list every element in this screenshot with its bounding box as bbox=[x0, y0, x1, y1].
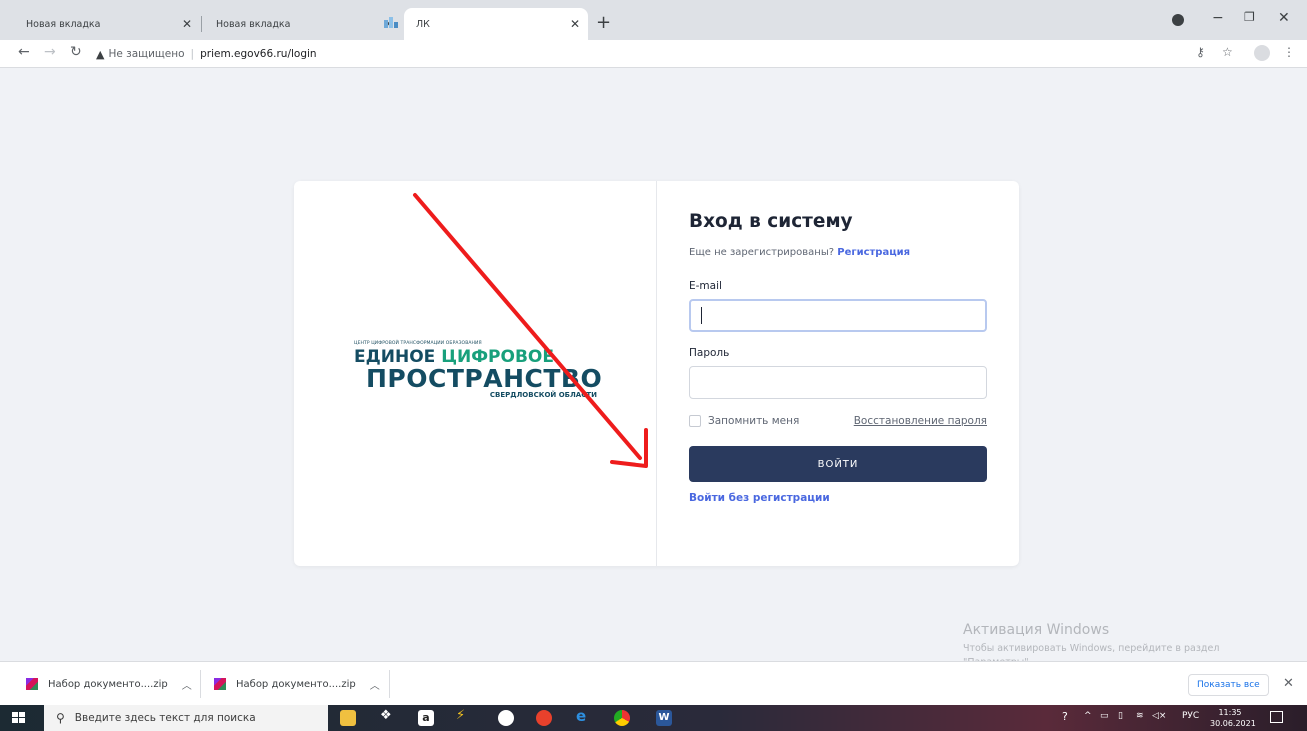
windows-start-icon[interactable] bbox=[12, 712, 26, 724]
help-icon[interactable]: ? bbox=[1062, 710, 1068, 723]
store-icon[interactable]: a bbox=[418, 710, 434, 726]
card-divider bbox=[656, 181, 657, 566]
warning-triangle-icon: ▲ bbox=[96, 47, 105, 61]
site-favicon-icon bbox=[384, 17, 398, 28]
lightning-app-icon[interactable]: ⚡ bbox=[456, 708, 472, 724]
window-close-icon[interactable]: ✕ bbox=[1278, 10, 1290, 26]
chevron-up-icon[interactable]: ^ bbox=[1084, 711, 1092, 721]
volume-icon[interactable]: ◁× bbox=[1152, 711, 1166, 721]
download-filename: Набор документо....zip bbox=[48, 678, 168, 690]
tab-title: ЛК bbox=[416, 18, 430, 30]
download-bar: Набор документо....zip ︿ Набор документо… bbox=[0, 661, 1307, 705]
taskbar-search-input[interactable]: ⚲ Введите здесь текст для поиска bbox=[44, 705, 328, 731]
text-caret bbox=[701, 307, 702, 324]
email-label: E-mail bbox=[689, 280, 722, 292]
download-item[interactable]: Набор документо....zip ︿ bbox=[26, 662, 192, 706]
search-placeholder: Введите здесь текст для поиска bbox=[74, 712, 256, 724]
language-indicator[interactable]: РУС bbox=[1182, 711, 1199, 721]
login-button[interactable]: ВОЙТИ bbox=[689, 446, 987, 482]
chrome-icon[interactable] bbox=[614, 710, 630, 726]
clock-date: 30.06.2021 bbox=[1210, 719, 1256, 728]
menu-dots-icon[interactable]: ⋮ bbox=[1283, 45, 1295, 59]
chevron-up-icon[interactable]: ︿ bbox=[182, 677, 192, 692]
guest-login-link[interactable]: Войти без регистрации bbox=[689, 492, 830, 504]
tab-title: Новая вкладка bbox=[26, 18, 101, 30]
yandex-icon[interactable] bbox=[498, 710, 514, 726]
remember-label: Запомнить меня bbox=[708, 415, 800, 427]
browser-tab-strip: Новая вкладка ✕ Новая вкладка ✕ ЛК ✕ + −… bbox=[0, 0, 1307, 40]
address-bar[interactable]: ▲ Не защищено | priem.egov66.ru/login bbox=[96, 43, 1276, 65]
download-filename: Набор документо....zip bbox=[236, 678, 356, 690]
dropbox-icon[interactable]: ❖ bbox=[380, 708, 396, 724]
email-field[interactable] bbox=[689, 299, 987, 332]
reload-icon[interactable]: ↻ bbox=[70, 44, 82, 60]
back-arrow-icon[interactable]: ← bbox=[18, 44, 30, 60]
login-card: ЦЕНТР ЦИФРОВОЙ ТРАНСФОРМАЦИИ ОБРАЗОВАНИЯ… bbox=[294, 181, 1019, 566]
register-prompt: Еще не зарегистрированы? Регистрация bbox=[689, 247, 910, 258]
key-icon[interactable]: ⚷ bbox=[1196, 45, 1205, 59]
url-text: priem.egov66.ru/login bbox=[200, 48, 317, 60]
tab-title: Новая вкладка bbox=[216, 18, 291, 30]
archive-icon bbox=[26, 678, 38, 690]
logo-word-3: ПРОСТРАНСТВО bbox=[366, 364, 603, 393]
omnibox-divider: | bbox=[190, 48, 195, 60]
windows-taskbar: ⚲ Введите здесь текст для поиска ❖ a ⚡ e… bbox=[0, 705, 1307, 731]
network-icon[interactable]: ▭ bbox=[1100, 711, 1109, 721]
tab-lk[interactable]: ЛК ✕ bbox=[404, 8, 588, 40]
browser-toolbar: ← → ↻ ▲ Не защищено | priem.egov66.ru/lo… bbox=[0, 40, 1307, 68]
tab-new-2[interactable]: Новая вкладка ✕ bbox=[202, 8, 402, 40]
restore-icon[interactable]: ❐ bbox=[1244, 10, 1255, 24]
chevron-up-icon[interactable]: ︿ bbox=[370, 677, 380, 692]
new-tab-plus-icon[interactable]: + bbox=[596, 12, 611, 33]
edu-space-logo: ЦЕНТР ЦИФРОВОЙ ТРАНСФОРМАЦИИ ОБРАЗОВАНИЯ… bbox=[354, 341, 614, 399]
download-item[interactable]: Набор документо....zip ︿ bbox=[214, 662, 380, 706]
security-label: Не защищено bbox=[108, 48, 185, 60]
password-label: Пароль bbox=[689, 347, 730, 359]
page-title: Вход в систему bbox=[689, 211, 853, 232]
archive-icon bbox=[214, 678, 226, 690]
close-icon[interactable]: ✕ bbox=[1283, 676, 1294, 691]
profile-icon[interactable] bbox=[1172, 14, 1184, 26]
register-link[interactable]: Регистрация bbox=[837, 247, 910, 258]
password-field[interactable] bbox=[689, 366, 987, 399]
file-explorer-icon[interactable] bbox=[340, 710, 356, 726]
restore-password-link[interactable]: Восстановление пароля bbox=[854, 415, 987, 427]
tab-new-1[interactable]: Новая вкладка ✕ bbox=[0, 8, 200, 40]
battery-icon[interactable]: ▯ bbox=[1118, 711, 1123, 721]
wifi-icon[interactable]: ≋ bbox=[1136, 711, 1144, 721]
star-icon[interactable]: ☆ bbox=[1222, 45, 1233, 59]
remember-checkbox[interactable] bbox=[689, 415, 701, 427]
minimize-icon[interactable]: − bbox=[1212, 10, 1224, 26]
not-registered-text: Еще не зарегистрированы? bbox=[689, 247, 835, 258]
notifications-icon[interactable] bbox=[1270, 711, 1283, 723]
search-icon: ⚲ bbox=[56, 711, 65, 725]
activation-title: Активация Windows bbox=[963, 622, 1110, 638]
close-icon[interactable]: ✕ bbox=[182, 17, 192, 31]
download-separator bbox=[200, 670, 201, 698]
clock-time: 11:35 bbox=[1218, 708, 1242, 717]
logo-caption: ЦЕНТР ЦИФРОВОЙ ТРАНСФОРМАЦИИ ОБРАЗОВАНИЯ bbox=[354, 341, 482, 346]
forward-arrow-icon[interactable]: → bbox=[44, 44, 56, 60]
edge-icon[interactable]: e bbox=[576, 707, 592, 725]
word-icon[interactable]: W bbox=[656, 710, 672, 726]
close-icon[interactable]: ✕ bbox=[570, 17, 580, 31]
clock[interactable]: 11:35 30.06.2021 bbox=[1210, 707, 1256, 729]
remember-me[interactable]: Запомнить меня bbox=[689, 415, 799, 427]
yandex-browser-icon[interactable] bbox=[536, 710, 552, 726]
download-separator bbox=[389, 670, 390, 698]
show-all-downloads-button[interactable]: Показать все bbox=[1188, 674, 1269, 696]
account-avatar[interactable] bbox=[1254, 45, 1270, 61]
